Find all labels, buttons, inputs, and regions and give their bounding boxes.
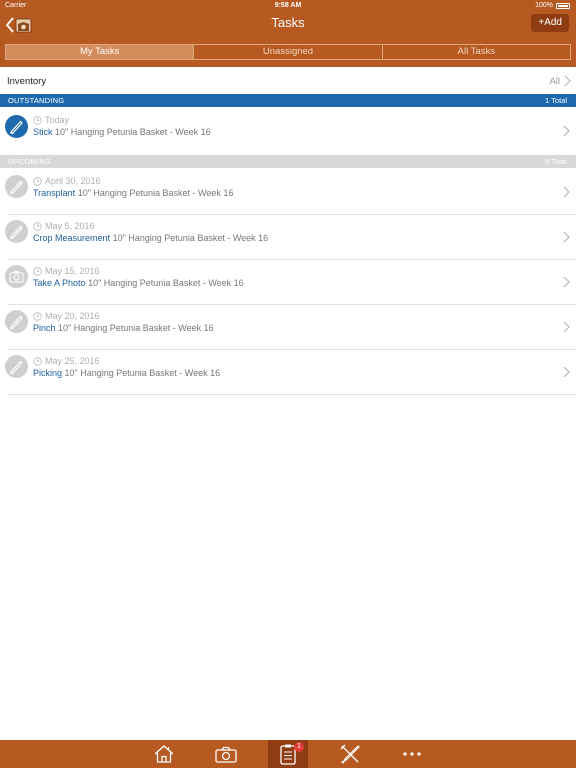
row-divider: [8, 394, 576, 395]
chevron-right-icon: [564, 75, 571, 87]
section-total: 5 Total: [545, 157, 567, 166]
tab-more[interactable]: [392, 740, 432, 768]
inventory-label: Inventory: [7, 76, 47, 87]
segment-bar: My Tasks Unassigned All Tasks: [0, 38, 576, 67]
pencil-icon: [5, 175, 28, 198]
clock-icon: [33, 176, 42, 186]
task-row[interactable]: May 15, 2016 Take A Photo 10" Hanging Pe…: [0, 260, 576, 304]
notification-badge: 1: [294, 742, 304, 752]
status-time: 9:58 AM: [274, 2, 302, 9]
task-row[interactable]: Today Stick 10" Hanging Petunia Basket -…: [0, 108, 576, 154]
task-date: May 5, 2016: [33, 221, 95, 231]
outstanding-section-header: OUTSTANDING 1 Total: [0, 94, 576, 107]
task-name: Transplant: [33, 188, 76, 198]
tab-tools[interactable]: [330, 740, 370, 768]
task-date-text: May 5, 2016: [45, 221, 95, 231]
task-description: Take A Photo 10" Hanging Petunia Basket …: [33, 278, 244, 288]
clock-icon: [33, 266, 42, 276]
task-name: Crop Measurement: [33, 233, 111, 243]
chevron-right-icon: [563, 231, 570, 243]
chevron-right-icon: [563, 186, 570, 198]
section-total: 1 Total: [545, 96, 567, 105]
task-date: May 20, 2016: [33, 311, 100, 321]
task-date: May 15, 2016: [33, 266, 100, 276]
task-name: Stick: [33, 127, 53, 137]
task-date-text: May 25, 2016: [45, 356, 100, 366]
clock-icon: [33, 311, 42, 321]
clock-icon: [33, 115, 42, 125]
clock-icon: [33, 356, 42, 366]
inventory-value: All: [549, 76, 560, 87]
task-row[interactable]: May 25, 2016 Picking 10" Hanging Petunia…: [0, 350, 576, 394]
clock-icon: [33, 221, 42, 231]
task-description: Pinch 10" Hanging Petunia Basket - Week …: [33, 323, 214, 333]
inventory-filter-row[interactable]: Inventory All: [0, 69, 576, 93]
pencil-icon: [5, 310, 28, 333]
section-title: OUTSTANDING: [8, 96, 65, 105]
task-filter-segmented-control: My Tasks Unassigned All Tasks: [5, 44, 571, 60]
tools-icon: [340, 744, 360, 765]
task-description: Picking 10" Hanging Petunia Basket - Wee…: [33, 368, 220, 378]
task-date-text: May 15, 2016: [45, 266, 100, 276]
task-detail: 10" Hanging Petunia Basket - Week 16: [55, 127, 211, 137]
chevron-right-icon: [563, 276, 570, 288]
task-row[interactable]: May 20, 2016 Pinch 10" Hanging Petunia B…: [0, 305, 576, 349]
task-row[interactable]: May 5, 2016 Crop Measurement 10" Hanging…: [0, 215, 576, 259]
task-description: Crop Measurement 10" Hanging Petunia Bas…: [33, 233, 268, 243]
tab-unassigned[interactable]: Unassigned: [193, 45, 381, 59]
more-icon: [403, 752, 421, 756]
home-icon: [154, 745, 174, 763]
chevron-right-icon: [563, 125, 570, 137]
task-detail: 10" Hanging Petunia Basket - Week 16: [58, 323, 214, 333]
task-name: Pinch: [33, 323, 56, 333]
task-description: Transplant 10" Hanging Petunia Basket - …: [33, 188, 233, 198]
add-button[interactable]: +Add: [531, 14, 569, 32]
task-description: Stick 10" Hanging Petunia Basket - Week …: [33, 127, 211, 137]
tab-my-tasks[interactable]: My Tasks: [6, 45, 194, 59]
task-date-text: Today: [45, 115, 70, 125]
section-title: UPCOMING: [8, 157, 51, 166]
task-row[interactable]: April 30, 2016 Transplant 10" Hanging Pe…: [0, 169, 576, 214]
tab-bar: 1: [0, 740, 576, 768]
chevron-right-icon: [563, 366, 570, 378]
tab-tasks[interactable]: 1: [268, 740, 308, 768]
task-date: May 25, 2016: [33, 356, 100, 366]
tab-all-tasks[interactable]: All Tasks: [381, 45, 570, 59]
battery-indicator: 100%: [535, 2, 570, 9]
status-bar: Carrier 9:58 AM 100%: [0, 0, 576, 12]
pencil-icon: [5, 115, 28, 138]
task-detail: 10" Hanging Petunia Basket - Week 16: [64, 368, 221, 378]
task-date-text: May 20, 2016: [45, 311, 100, 321]
task-date: April 30, 2016: [33, 176, 101, 186]
chevron-right-icon: [563, 321, 570, 333]
task-name: Take A Photo: [33, 278, 86, 288]
pencil-icon: [5, 220, 28, 243]
navigation-bar: Tasks +Add: [0, 12, 576, 38]
camera-icon: [5, 265, 28, 288]
tab-camera[interactable]: [206, 740, 246, 768]
battery-percent: 100%: [535, 2, 553, 9]
pencil-icon: [5, 355, 28, 378]
tab-home[interactable]: [144, 740, 184, 768]
task-detail: 10" Hanging Petunia Basket - Week 16: [112, 233, 269, 243]
task-detail: 10" Hanging Petunia Basket - Week 16: [77, 188, 234, 198]
task-detail: 10" Hanging Petunia Basket - Week 16: [88, 278, 244, 288]
page-title: Tasks: [271, 15, 305, 30]
task-date-text: April 30, 2016: [45, 176, 101, 186]
task-date: Today: [33, 115, 69, 125]
battery-icon: [556, 2, 570, 9]
task-name: Picking: [33, 368, 63, 378]
camera-icon: [215, 746, 237, 763]
upcoming-section-header: UPCOMING 5 Total: [0, 155, 576, 168]
